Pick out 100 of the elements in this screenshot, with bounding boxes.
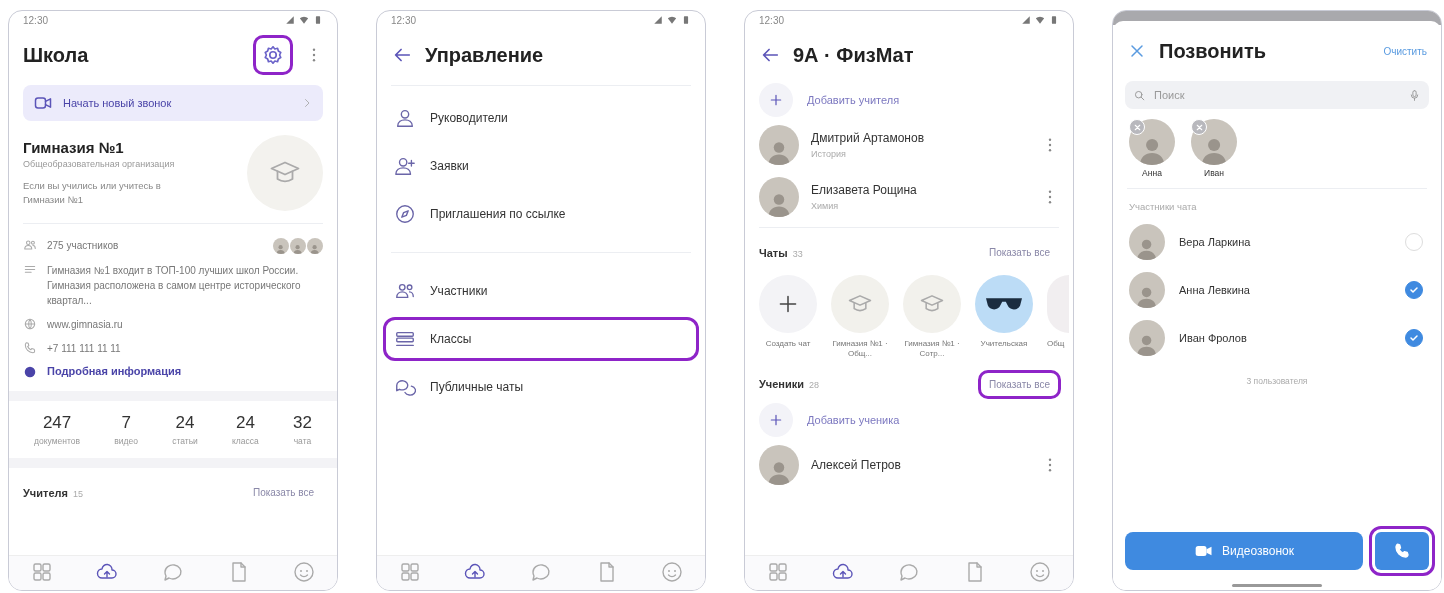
list-title: Участники чата: [1128, 200, 1198, 214]
compass-icon: [394, 203, 416, 225]
menu-item[interactable]: Участники: [383, 269, 699, 313]
stat-label: видео: [114, 436, 138, 446]
add-button[interactable]: [759, 402, 793, 437]
chat-name: Гимназия №1 · Общ...: [831, 339, 889, 360]
microphone-icon: [1408, 88, 1421, 102]
video-call-button[interactable]: Видеозвонок: [1125, 532, 1363, 570]
search-icon: [1133, 88, 1146, 102]
check-icon: [1408, 284, 1420, 296]
menu-label: Руководители: [430, 111, 508, 125]
battery-icon: [313, 15, 323, 25]
person-add-icon: [394, 155, 416, 177]
website-link[interactable]: www.gimnasia.ru: [47, 317, 123, 332]
remove-button[interactable]: [1129, 119, 1145, 135]
chat-name: Общ: [1047, 339, 1065, 350]
menu-item[interactable]: Заявки: [383, 144, 699, 188]
section-count: 28: [809, 380, 820, 391]
face-icon[interactable]: [660, 560, 685, 584]
person-name: Дмитрий Артамонов: [811, 131, 926, 145]
section-title: Учителя: [23, 486, 68, 499]
signal-icon: [285, 15, 295, 25]
stat-label: класса: [232, 436, 259, 446]
show-all-link[interactable]: Показать все: [241, 478, 325, 507]
stat-value: 247: [41, 413, 73, 433]
add-teacher-link[interactable]: Добавить учителя: [807, 94, 900, 106]
signal-icon: [1021, 15, 1031, 25]
check-icon: [1408, 332, 1420, 344]
close-icon: [1132, 122, 1142, 132]
phone-number: +7 111 111 11 11: [47, 342, 121, 356]
screen-title: Позвонить: [1159, 39, 1267, 63]
info-icon: [23, 365, 37, 379]
settings-icon: [262, 44, 284, 66]
menu-label: Приглашения по ссылке: [430, 207, 566, 221]
phone-icon: [23, 341, 37, 355]
section-title: Чаты: [759, 246, 788, 259]
new-call-banner[interactable]: Начать новый звонок: [23, 85, 323, 121]
stat-value: 7: [120, 413, 132, 433]
wifi-icon: [299, 15, 309, 25]
silhouette-icon: [309, 242, 321, 254]
menu-item[interactable]: Классы: [383, 317, 699, 361]
silhouette-icon: [275, 242, 287, 254]
checkbox[interactable]: [1405, 281, 1423, 299]
search-field[interactable]: Поиск: [1125, 81, 1429, 109]
section-count: 15: [72, 488, 83, 499]
banner-text: Начать новый звонок: [63, 97, 173, 109]
section-title: Ученики: [759, 378, 805, 391]
stat-label: статьи: [172, 436, 198, 446]
sunglasses-icon: [986, 297, 1022, 311]
organization-type: Общеобразовательная организация: [23, 158, 176, 169]
organization-note: Если вы учились или учитесь в Гимназии №1: [23, 178, 162, 207]
member-count: 275 участников: [47, 239, 120, 253]
show-all-link[interactable]: Показать все: [977, 238, 1061, 267]
menu-label: Заявки: [430, 159, 469, 173]
menu-item[interactable]: Руководители: [383, 96, 699, 140]
participant-name: Вера Ларкина: [1179, 236, 1252, 248]
screen-title: Управление: [425, 43, 544, 67]
remove-button[interactable]: [1191, 119, 1207, 135]
school-description: Гимназия №1 входит в ТОП-100 лучших школ России. Гимназия расположена в самом центре исторического квартал...: [47, 264, 302, 308]
phone-icon: [1393, 542, 1411, 560]
people-icon: [23, 238, 37, 252]
signal-icon: [653, 15, 663, 25]
user-count: 3 пользователя: [1245, 375, 1309, 388]
menu-item[interactable]: Публичные чаты: [383, 365, 699, 409]
stat-label: чата: [292, 436, 312, 446]
chip-name: Иван: [1204, 168, 1224, 178]
face-icon[interactable]: [292, 560, 317, 584]
status-time: 12:30: [391, 14, 417, 26]
chat-name: Создать чат: [765, 339, 811, 350]
add-student-link[interactable]: Добавить ученика: [807, 413, 900, 426]
details-link[interactable]: Подробная информация: [47, 365, 182, 377]
chat-name: Гимназия №1 · Сотр...: [903, 339, 961, 360]
globe-icon: [23, 317, 37, 331]
person-icon: [394, 107, 416, 129]
settings-button[interactable]: [253, 35, 293, 75]
menu-item[interactable]: Приглашения по ссылке: [383, 192, 699, 236]
status-time: 12:30: [759, 14, 785, 26]
person-name: Елизавета Рощина: [811, 183, 918, 197]
add-button[interactable]: [759, 83, 793, 117]
stat-value: 24: [234, 413, 256, 433]
participant-name: Анна Левкина: [1179, 284, 1251, 296]
battery-icon: [1049, 15, 1059, 25]
menu-label: Участники: [430, 284, 488, 298]
face-icon[interactable]: [1028, 560, 1053, 584]
checkbox[interactable]: [1405, 329, 1423, 347]
plus-icon: [768, 92, 784, 108]
chat-name: Учительская: [980, 339, 1028, 350]
search-input[interactable]: Поиск: [1152, 88, 1402, 102]
stat-value: 24: [174, 413, 196, 433]
chat-avatar[interactable]: [975, 275, 1033, 333]
wifi-icon: [1035, 15, 1045, 25]
section-count: 33: [792, 248, 803, 259]
battery-icon: [681, 15, 691, 25]
stat-value: 32: [292, 413, 312, 433]
silhouette-icon: [292, 242, 304, 254]
organization-name: Гимназия №1: [23, 138, 125, 156]
status-time: 12:30: [23, 14, 49, 26]
stat-label: документов: [34, 436, 81, 446]
call-button[interactable]: [1369, 526, 1435, 576]
show-all-link[interactable]: Показать все: [977, 369, 1061, 399]
